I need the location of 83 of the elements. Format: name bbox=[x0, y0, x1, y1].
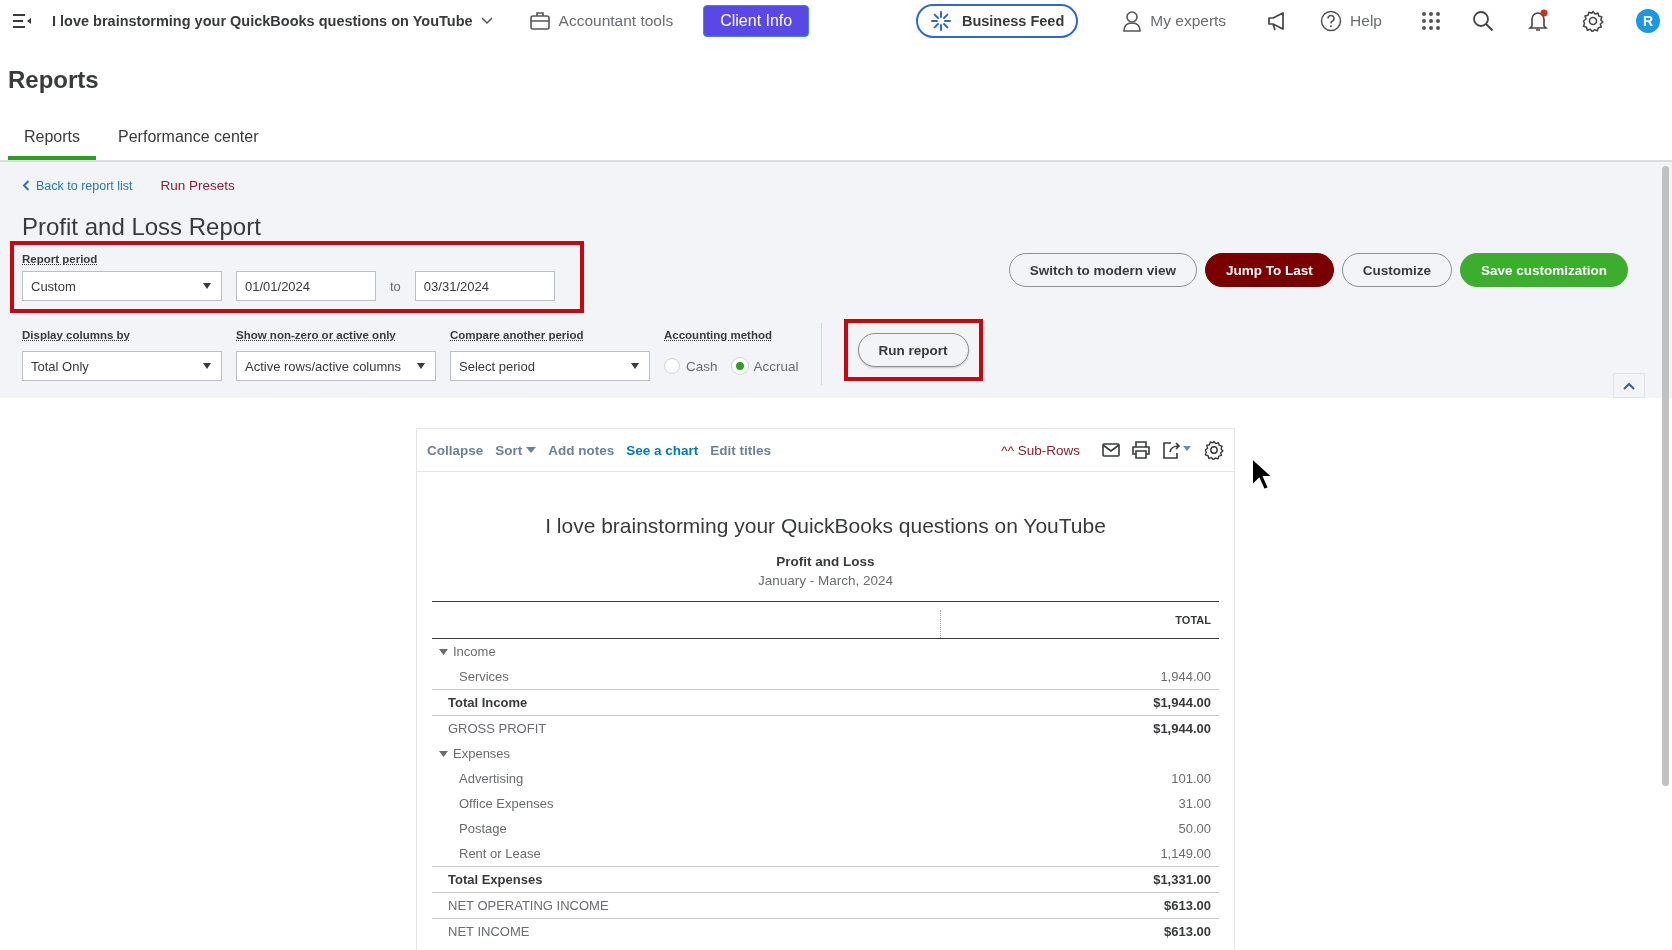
back-link[interactable]: Back to report list bbox=[22, 178, 133, 193]
row-label: Advertising bbox=[459, 771, 524, 786]
amount-cell: $1,944.00 bbox=[1153, 695, 1211, 710]
radio-option[interactable]: Accrual bbox=[731, 358, 799, 374]
toolbar-link[interactable]: See a chart bbox=[626, 442, 699, 458]
caret-icon bbox=[439, 648, 448, 655]
settings-icon[interactable] bbox=[1582, 10, 1604, 32]
field-label: Show non-zero or active only bbox=[236, 329, 396, 341]
search-icon[interactable] bbox=[1472, 10, 1494, 32]
email-icon[interactable] bbox=[1102, 443, 1120, 457]
amount-cell: 101.00 bbox=[1171, 771, 1211, 786]
toolbar-link[interactable]: Edit titles bbox=[710, 442, 772, 458]
action-button[interactable]: Customize bbox=[1341, 253, 1452, 287]
filter-dropdown[interactable]: Select period bbox=[450, 351, 650, 381]
column-header: TOTAL bbox=[1175, 614, 1211, 626]
amount-cell: 1,944.00 bbox=[1160, 669, 1211, 684]
toolbar-link[interactable]: Sort bbox=[495, 442, 537, 458]
section-toggle[interactable]: Income bbox=[439, 644, 496, 659]
apps-grid-icon[interactable] bbox=[1422, 12, 1440, 30]
run-presets-link[interactable]: Run Presets bbox=[160, 178, 235, 193]
settings-icon[interactable] bbox=[1204, 440, 1224, 460]
row-label: NET OPERATING INCOME bbox=[448, 898, 609, 913]
print-icon[interactable] bbox=[1132, 441, 1150, 459]
sparkle-icon bbox=[929, 10, 952, 32]
amount-cell: 50.00 bbox=[1178, 821, 1211, 836]
report-title: Profit and Loss Report bbox=[22, 213, 262, 241]
person-icon bbox=[1122, 9, 1143, 33]
field-label: Display columns by bbox=[22, 329, 130, 341]
menu-icon[interactable] bbox=[12, 13, 32, 29]
caret-down-icon bbox=[526, 447, 537, 453]
row-label: NET INCOME bbox=[448, 924, 530, 939]
help-button[interactable]: Help bbox=[1320, 10, 1382, 32]
notification-bell-icon[interactable] bbox=[1526, 9, 1550, 33]
amount-cell: $613.00 bbox=[1164, 898, 1211, 913]
company-switcher[interactable]: I love brainstorming your QuickBooks questions on YouTube bbox=[52, 13, 493, 29]
run-report-button[interactable]: Run report bbox=[857, 333, 969, 367]
period-dropdown[interactable]: Custom bbox=[22, 271, 222, 301]
amount-cell: $613.00 bbox=[1164, 924, 1211, 939]
toolbar-link[interactable]: Collapse bbox=[427, 442, 484, 458]
chevron-down-icon bbox=[480, 17, 493, 25]
accountant-tools-button[interactable]: Accountant tools bbox=[528, 10, 674, 32]
business-feed-button[interactable]: Business Feed bbox=[915, 4, 1079, 38]
amount-cell: 31.00 bbox=[1178, 796, 1211, 811]
client-info-button[interactable]: Client Info bbox=[703, 5, 810, 37]
row-label: Total Expenses bbox=[448, 872, 543, 887]
export-icon[interactable] bbox=[1162, 441, 1192, 459]
chevron-left-icon bbox=[22, 180, 30, 191]
scrollbar[interactable] bbox=[1662, 166, 1669, 786]
end-date-field[interactable]: 03/31/2024 bbox=[414, 271, 555, 301]
date-separator: to bbox=[390, 278, 401, 294]
row-label: GROSS PROFIT bbox=[448, 721, 547, 736]
chevron-up-icon bbox=[1623, 381, 1635, 390]
row-label: Total Income bbox=[448, 695, 528, 710]
action-button[interactable]: Switch to modern view bbox=[1008, 253, 1197, 287]
my-experts-button[interactable]: My experts bbox=[1122, 9, 1227, 33]
collapse-panel-button[interactable] bbox=[1613, 373, 1645, 398]
report-company-name: I love brainstorming your QuickBooks questions on YouTube bbox=[544, 514, 1107, 538]
caret-icon bbox=[439, 750, 448, 757]
row-label: Services bbox=[459, 669, 509, 684]
row-label: Postage bbox=[459, 821, 507, 836]
field-label: Report period bbox=[22, 253, 98, 265]
start-date-field[interactable]: 01/01/2024 bbox=[236, 271, 376, 301]
filter-dropdown[interactable]: Total Only bbox=[22, 351, 222, 381]
help-icon bbox=[1320, 10, 1343, 32]
field-label: Accounting method bbox=[664, 329, 772, 341]
briefcase-icon bbox=[528, 10, 551, 32]
row-label: Rent or Lease bbox=[459, 846, 541, 861]
toolbar-link[interactable]: Add notes bbox=[548, 442, 615, 458]
action-button[interactable]: Jump To Last bbox=[1204, 253, 1334, 287]
amount-cell: $1,331.00 bbox=[1153, 872, 1211, 887]
row-label: Office Expenses bbox=[459, 796, 554, 811]
radio-button[interactable] bbox=[664, 358, 680, 374]
radio-option[interactable]: Cash bbox=[664, 358, 718, 374]
amount-cell: 1,149.00 bbox=[1160, 846, 1211, 861]
field-label: Compare another period bbox=[450, 329, 584, 341]
report-name: Profit and Loss bbox=[775, 554, 876, 569]
filter-dropdown[interactable]: Active rows/active columns bbox=[236, 351, 436, 381]
sub-rows-link[interactable]: ^^ Sub-Rows bbox=[1001, 442, 1080, 458]
amount-cell: $1,944.00 bbox=[1153, 721, 1211, 736]
tab[interactable]: Performance center bbox=[102, 120, 275, 160]
report-period: January - March, 2024 bbox=[756, 573, 895, 588]
section-toggle[interactable]: Expenses bbox=[439, 746, 511, 761]
page-title: Reports bbox=[8, 66, 100, 94]
